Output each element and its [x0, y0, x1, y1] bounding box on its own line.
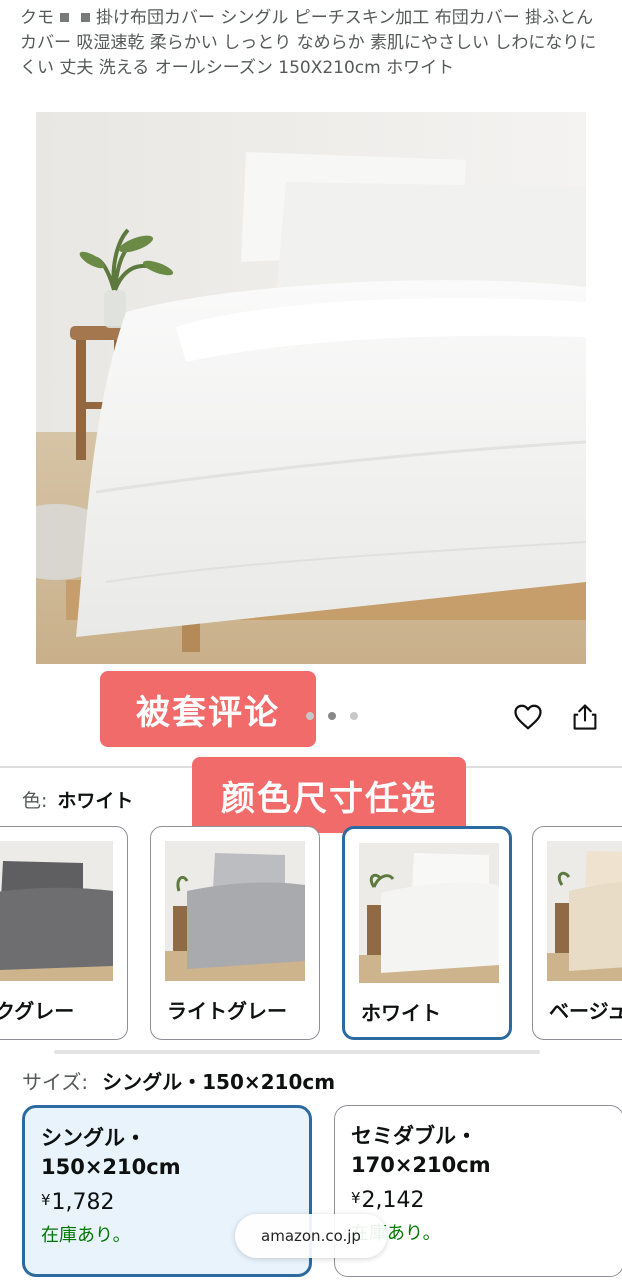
size-name-line1: シングル・	[41, 1126, 146, 1150]
carousel-dots[interactable]	[306, 712, 358, 720]
swatch-image	[165, 841, 305, 981]
title-brand-prefix: クモ	[20, 8, 54, 28]
share-icon[interactable]	[568, 700, 602, 734]
size-name-line2: 150×210cm	[41, 1155, 181, 1179]
redacted-mark	[81, 12, 90, 22]
color-swatch-light-gray[interactable]: ライトグレー	[150, 826, 320, 1040]
title-text: 掛け布団カバー シングル ピーチスキン加工 布団カバー 掛ふとんカバー 吸湿速乾…	[20, 8, 597, 78]
size-option-price: ¥1,782	[41, 1190, 293, 1215]
currency-symbol: ¥	[41, 1191, 51, 1209]
product-image[interactable]	[36, 112, 586, 664]
swatch-label: ークグレー	[0, 999, 75, 1023]
swatch-label: ライトグレー	[167, 999, 287, 1023]
redacted-mark	[60, 12, 69, 22]
color-selection-label: 色: ホワイト	[22, 786, 133, 813]
color-swatch-white[interactable]: ホワイト	[342, 826, 512, 1040]
options-overlay-tag: 颜色尺寸任选	[192, 757, 466, 833]
size-key: サイズ:	[22, 1070, 89, 1094]
swatch-image	[547, 841, 622, 981]
size-option-name: シングル・ 150×210cm	[41, 1124, 293, 1182]
carousel-dot-active[interactable]	[328, 712, 336, 720]
color-swatch-beige[interactable]: ベージュ	[532, 826, 622, 1040]
carousel-dot[interactable]	[350, 712, 358, 720]
color-swatch-list: ークグレー ライトグレー ホワイト	[0, 826, 622, 1042]
size-name-line2: 170×210cm	[351, 1153, 491, 1177]
swatch-image	[359, 843, 499, 983]
product-title: クモ 掛け布団カバー シングル ピーチスキン加工 布団カバー 掛ふとんカバー 吸湿…	[20, 6, 600, 81]
color-swatch-dark-gray[interactable]: ークグレー	[0, 826, 128, 1040]
size-name-line1: セミダブル・	[351, 1124, 477, 1148]
size-option-name: セミダブル・ 170×210cm	[351, 1122, 607, 1180]
swatch-scrollbar[interactable]	[54, 1050, 540, 1054]
review-overlay-tag: 被套评论	[100, 671, 316, 747]
carousel-dot[interactable]	[306, 712, 314, 720]
swatch-label: ベージュ	[549, 999, 622, 1023]
size-value: シングル・150×210cm	[102, 1070, 336, 1094]
browser-domain-pill[interactable]: amazon.co.jp	[235, 1214, 387, 1258]
swatch-image	[0, 841, 113, 981]
price-value: 2,142	[361, 1188, 425, 1213]
currency-symbol: ¥	[351, 1189, 361, 1207]
stock-status: 在庫あり。	[351, 1223, 441, 1244]
heart-icon[interactable]	[511, 700, 545, 734]
bed-photo	[36, 112, 586, 664]
swatch-label: ホワイト	[361, 1001, 441, 1025]
size-option-price: ¥2,142	[351, 1188, 607, 1213]
color-value: ホワイト	[57, 790, 134, 812]
color-key: 色:	[22, 790, 48, 812]
size-selection-label: サイズ: シングル・150×210cm	[22, 1066, 335, 1095]
price-value: 1,782	[51, 1190, 115, 1215]
